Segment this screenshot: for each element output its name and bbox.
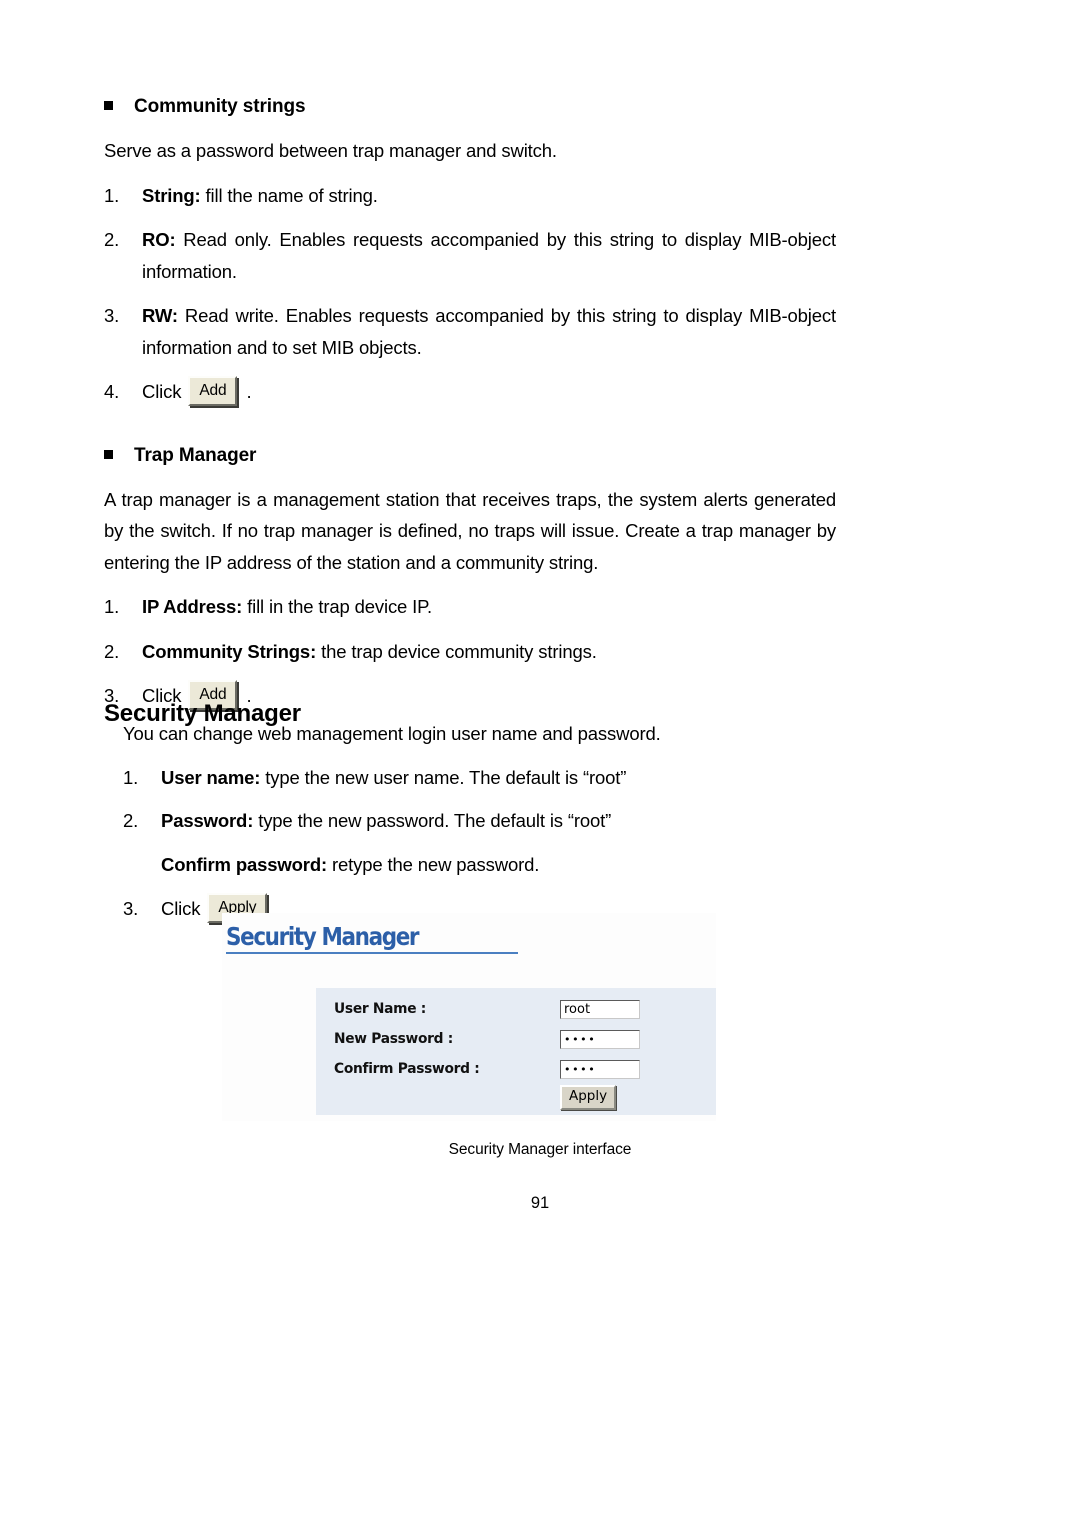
security-manager-intro: You can change web management login user… [123,723,661,744]
confirm-password-text: retype the new password. [327,853,540,875]
confirm-password-label: Confirm password: [161,853,328,875]
list-item-text: Read write. Enables requests accompanied… [142,305,836,358]
user-name-row: User Name : root [334,994,700,1024]
list-item: 4. Click Add . [104,375,836,408]
list-item-body: String: fill the name of string. [142,180,836,212]
screenshot-title-underline [226,952,518,954]
list-item-body: User name: type the new user name. The d… [161,762,836,794]
trap-manager-heading: Trap Manager [104,445,836,467]
user-name-label: User Name : [334,1001,427,1017]
security-manager-list: 1. User name: type the new user name. Th… [123,762,836,837]
list-item: 2. RO: Read only. Enables requests accom… [104,224,836,287]
page-number: 91 [530,1194,550,1212]
document-page: Community strings Serve as a password be… [0,0,1080,1527]
list-item-number: 4. [104,381,120,402]
confirm-password-line: Confirm password: retype the new passwor… [123,849,836,881]
list-item-text: type the new password. The default is “r… [253,810,612,831]
square-bullet-icon [104,101,113,110]
list-item-number: 1. [104,184,120,206]
figure-caption: Security Manager interface [448,1141,632,1158]
confirm-password-label: Confirm Password : [334,1061,480,1077]
list-item-number: 3. [123,898,139,919]
list-item-number: 2. [123,810,139,831]
list-item-text: fill in the trap device IP. [242,596,432,617]
security-manager-screenshot: Security Manager User Name : root New Pa… [222,913,716,1121]
list-item-body: IP Address: fill in the trap device IP. [142,591,836,623]
community-strings-heading-label: Community strings [134,96,306,117]
community-strings-list: 1. String: fill the name of string. 2. R… [104,180,836,408]
list-item-body: Click Add . [142,375,836,408]
list-item-number: 3. [104,305,120,326]
list-item: 2. Password: type the new password. The … [123,805,836,837]
list-item-label: Community Strings: [142,640,317,662]
security-manager-section: You can change web management login user… [123,718,836,937]
apply-button[interactable]: Apply [560,1085,617,1110]
list-item: 3. RW: Read write. Enables requests acco… [104,300,836,363]
list-item-label: Password: [161,810,254,831]
confirm-password-body: Confirm password: retype the new passwor… [161,849,539,881]
list-item-label: String: [142,184,201,206]
list-item-number: 2. [104,640,120,662]
community-strings-section: Community strings Serve as a password be… [104,96,836,725]
list-item: 2. Community Strings: the trap device co… [104,636,836,668]
community-strings-intro: Serve as a password between trap manager… [104,140,557,161]
list-item-number: 1. [123,766,139,788]
list-item-body: Community Strings: the trap device commu… [142,636,836,668]
list-item-body: RO: Read only. Enables requests accompan… [142,224,836,287]
trap-manager-heading-label: Trap Manager [134,444,257,466]
list-item-text: the trap device community strings. [316,640,597,662]
security-form-panel: User Name : root New Password : •••• Con… [316,988,716,1115]
list-item: 1. IP Address: fill in the trap device I… [104,591,836,623]
list-item-label: IP Address: [142,596,243,617]
list-item-text: type the new user name. The default is “… [260,766,627,788]
trap-manager-paragraph: A trap manager is a management station t… [104,488,836,573]
confirm-password-input[interactable]: •••• [560,1059,640,1079]
screenshot-title-wrap: Security Manager [226,923,522,950]
sentence-period: . [246,381,252,402]
click-word: Click [142,381,182,402]
community-strings-heading: Community strings [104,96,836,118]
list-item-body: Password: type the new password. The def… [161,805,836,837]
add-button[interactable]: Add [188,375,238,406]
list-item: 1. User name: type the new user name. Th… [123,762,836,794]
square-bullet-icon [104,449,113,459]
list-item-body: RW: Read write. Enables requests accompa… [142,300,836,363]
list-item-label: RO: [142,229,176,250]
new-password-label: New Password : [334,1031,453,1047]
list-item-label: User name: [161,766,261,788]
trap-manager-list: 1. IP Address: fill in the trap device I… [104,591,836,712]
list-item-number: 2. [104,229,120,250]
list-item-label: RW: [142,305,178,326]
apply-button-wrap: Apply [560,1085,617,1110]
confirm-password-row: Confirm Password : •••• [334,1054,700,1084]
list-item-text: Read only. Enables requests accompanied … [142,229,836,282]
list-item-text: fill the name of string. [200,184,378,206]
click-word: Click [161,898,201,919]
user-name-input[interactable]: root [560,999,640,1019]
new-password-input[interactable]: •••• [560,1029,640,1049]
new-password-row: New Password : •••• [334,1024,700,1054]
list-item-number: 1. [104,596,120,617]
list-item: 1. String: fill the name of string. [104,180,836,212]
screenshot-title: Security Manager [226,922,420,951]
